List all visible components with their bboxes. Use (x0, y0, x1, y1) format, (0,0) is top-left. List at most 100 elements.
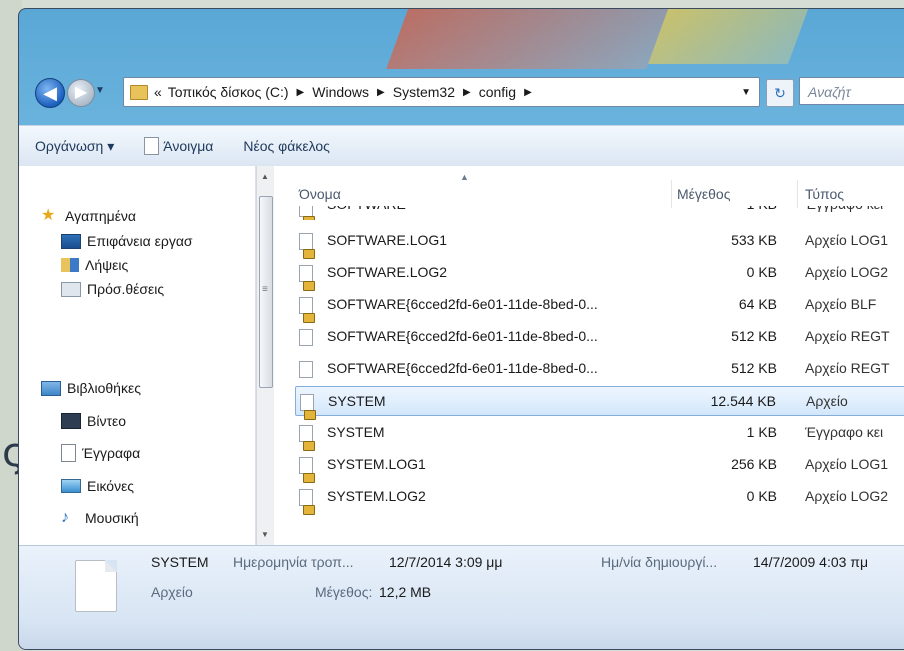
file-name: SOFTWARE{6cced2fd-6e01-11de-8bed-0... (327, 328, 598, 344)
desktop-icon (61, 233, 81, 249)
nav-favorites[interactable]: ★ Αγαπημένα (41, 204, 136, 228)
nav-item-documents-label: Έγγραφα (82, 445, 141, 461)
file-row[interactable]: SOFTWARE{6cced2fd-6e01-11de-8bed-0... 64 … (295, 290, 904, 323)
file-size: 512 KB (731, 328, 777, 344)
open-button[interactable]: Άνοιγμα (144, 137, 213, 155)
file-row[interactable]: SOFTWARE 1 KB Έγγραφο κει (295, 206, 904, 220)
organize-button[interactable]: Οργάνωση ▾ (35, 138, 114, 155)
column-header-name[interactable]: Όνομα (299, 186, 341, 202)
file-type: Έγγραφο κει (805, 206, 883, 212)
forward-arrow-icon: ▶ (74, 84, 88, 101)
explorer-window: ◀ ▶ ▼ « Τοπικός δίσκος (C:) ▶ Windows ▶ … (18, 8, 904, 650)
breadcrumb-local-disk[interactable]: Τοπικός δίσκος (C:) (168, 84, 289, 100)
nav-favorites-label: Αγαπημένα (65, 208, 137, 224)
file-name: SOFTWARE{6cced2fd-6e01-11de-8bed-0... (327, 360, 598, 376)
file-row[interactable]: SYSTEM.LOG2 0 KB Αρχείο LOG2 (295, 482, 904, 515)
nav-item-desktop[interactable]: Επιφάνεια εργασ (61, 229, 193, 253)
nav-item-documents[interactable]: Έγγραφα (61, 441, 140, 465)
nav-item-desktop-label: Επιφάνεια εργασ (87, 233, 193, 249)
file-row[interactable]: SYSTEM 12.544 KB Αρχείο (295, 386, 904, 420)
new-folder-button[interactable]: Νέος φάκελος (243, 138, 330, 154)
locked-file-icon (299, 265, 315, 291)
file-row[interactable]: SYSTEM 1 KB Έγγραφο κει (295, 418, 904, 451)
column-divider[interactable] (671, 180, 672, 208)
back-button[interactable]: ◀ (35, 78, 65, 108)
lock-icon (303, 505, 315, 515)
forward-button[interactable]: ▶ (67, 79, 95, 107)
locked-file-icon (299, 297, 315, 323)
command-bar: Οργάνωση ▾ Άνοιγμα Νέος φάκελος (19, 125, 904, 167)
file-type: Αρχείο BLF (805, 296, 877, 312)
refresh-button[interactable]: ↻ (766, 79, 794, 107)
downloads-icon (61, 258, 79, 272)
details-size-label: Μέγεθος: (315, 584, 373, 600)
nav-item-video-label: Βίντεο (87, 413, 127, 429)
file-name: SYSTEM.LOG1 (327, 456, 426, 472)
breadcrumb-separator-icon[interactable]: ▶ (463, 87, 471, 98)
scroll-grip-icon: ≡ (262, 284, 268, 295)
window-glass-decoration (386, 9, 672, 69)
file-row[interactable]: SOFTWARE{6cced2fd-6e01-11de-8bed-0... 512… (295, 354, 904, 384)
nav-item-downloads-label: Λήψεις (85, 257, 129, 273)
nav-item-places[interactable]: Πρόσ.θέσεις (61, 277, 164, 301)
file-row[interactable]: SOFTWARE.LOG1 533 KB Αρχείο LOG1 (295, 226, 904, 259)
document-icon (144, 137, 160, 155)
locked-file-icon (299, 425, 315, 451)
file-type: Αρχείο LOG2 (805, 264, 889, 280)
breadcrumb-config[interactable]: config (479, 84, 516, 100)
breadcrumb-overflow[interactable]: « (154, 84, 162, 100)
library-icon (41, 380, 61, 396)
nav-item-video[interactable]: Βίντεο (61, 409, 126, 433)
file-name: SYSTEM (328, 393, 386, 409)
file-type: Αρχείο LOG2 (805, 488, 889, 504)
file-row[interactable]: SYSTEM.LOG1 256 KB Αρχείο LOG1 (295, 450, 904, 483)
file-row[interactable]: SOFTWARE{6cced2fd-6e01-11de-8bed-0... 512… (295, 322, 904, 352)
file-type: Έγγραφο κει (805, 424, 884, 440)
folder-icon (130, 84, 148, 100)
nav-libraries[interactable]: Βιβλιοθήκες (41, 376, 141, 400)
column-header-type[interactable]: Τύπος (805, 186, 844, 202)
breadcrumb-separator-icon[interactable]: ▶ (524, 87, 532, 98)
address-bar[interactable]: « Τοπικός δίσκος (C:) ▶ Windows ▶ System… (123, 77, 760, 107)
address-dropdown-icon[interactable]: ▼ (741, 87, 751, 98)
file-row[interactable]: SOFTWARE.LOG2 0 KB Αρχείο LOG2 (295, 258, 904, 291)
recent-pages-button[interactable]: ▼ (95, 85, 105, 96)
video-icon (61, 413, 81, 429)
nav-item-pictures[interactable]: Εικόνες (61, 474, 134, 498)
locked-file-icon (299, 489, 315, 515)
status-bar (19, 621, 904, 649)
breadcrumb-windows[interactable]: Windows (312, 84, 369, 100)
nav-item-places-label: Πρόσ.θέσεις (87, 281, 165, 297)
locked-file-icon (300, 394, 316, 420)
column-header-size[interactable]: Μέγεθος (677, 186, 730, 202)
breadcrumb-separator-icon[interactable]: ▶ (377, 87, 385, 98)
details-created-label: Ημ/νία δημιουργί... (601, 554, 718, 570)
navigation-pane: ★ Αγαπημένα Επιφάνεια εργασ Λήψεις Πρόσ.… (19, 166, 256, 545)
main-area: ★ Αγαπημένα Επιφάνεια εργασ Λήψεις Πρόσ.… (19, 166, 904, 545)
file-size: 533 KB (731, 232, 777, 248)
nav-scrollbar[interactable]: ▲ ≡ ▼ (256, 166, 274, 545)
nav-item-music[interactable]: ♪ Μουσική (61, 506, 139, 530)
back-arrow-icon: ◀ (43, 83, 57, 103)
file-name: SOFTWARE (327, 206, 406, 212)
details-file-type: Αρχείο (151, 584, 193, 600)
file-name: SYSTEM.LOG2 (327, 488, 426, 504)
breadcrumb-system32[interactable]: System32 (393, 84, 455, 100)
nav-item-downloads[interactable]: Λήψεις (61, 253, 128, 277)
column-divider[interactable] (797, 180, 798, 208)
scroll-down-icon[interactable]: ▼ (261, 530, 269, 539)
details-pane: SYSTEM Ημερομηνία τροπ... 12/7/2014 3:09… (19, 545, 904, 622)
document-icon (61, 444, 76, 462)
file-type: Αρχείο LOG1 (805, 456, 889, 472)
breadcrumb-separator-icon[interactable]: ▶ (297, 87, 305, 98)
file-name: SYSTEM (327, 424, 385, 440)
file-name: SOFTWARE.LOG1 (327, 232, 448, 248)
file-size: 512 KB (731, 360, 777, 376)
file-size: 1 KB (746, 424, 777, 440)
search-input[interactable]: Αναζήτ (799, 77, 904, 105)
file-size: 64 KB (738, 296, 777, 312)
file-type: Αρχείο LOG1 (805, 232, 889, 248)
lock-icon (303, 216, 315, 220)
scroll-up-icon[interactable]: ▲ (261, 172, 269, 181)
file-icon (299, 329, 313, 346)
